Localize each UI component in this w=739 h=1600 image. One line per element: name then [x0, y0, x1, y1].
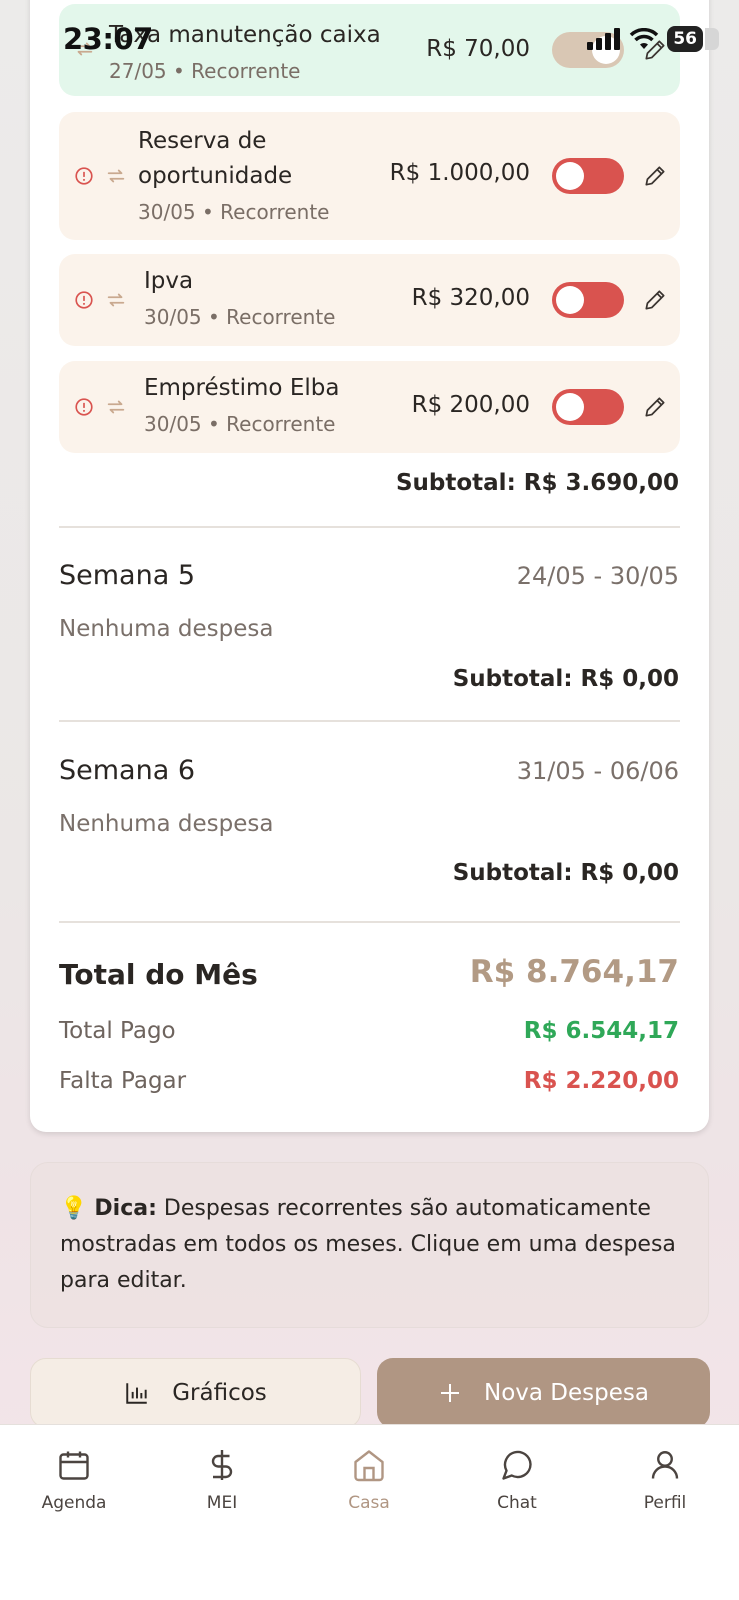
nav-label: MEI: [206, 1493, 238, 1513]
expense-amount: R$ 1.000,00: [389, 160, 530, 186]
month-total-value: R$ 8.764,17: [469, 954, 679, 990]
charts-button[interactable]: Gráficos: [30, 1358, 361, 1428]
status-icons: 56: [587, 26, 719, 52]
new-expense-button-label: Nova Despesa: [484, 1380, 649, 1406]
new-expense-button[interactable]: Nova Despesa: [377, 1358, 710, 1428]
nav-label: Perfil: [643, 1493, 687, 1513]
status-bar: 23:07 56: [0, 18, 739, 68]
dollar-icon: [211, 1450, 233, 1480]
status-time: 23:07: [63, 22, 153, 56]
bottom-nav: Agenda MEI Casa Chat Perfil: [0, 1424, 739, 1600]
remaining-label: Falta Pagar: [59, 1068, 187, 1094]
nav-label: Casa: [348, 1493, 390, 1513]
alert-circle-icon: [75, 167, 93, 185]
remaining-value: R$ 2.220,00: [523, 1068, 679, 1094]
nav-chat[interactable]: Chat: [457, 1447, 577, 1513]
week-title: Semana 5: [59, 560, 196, 591]
week-range: 31/05 - 06/06: [516, 757, 679, 785]
empty-week-text: Nenhuma despesa: [59, 811, 274, 837]
tip-card: 💡 Dica: Despesas recorrentes são automat…: [30, 1162, 709, 1328]
week-subtotal: Subtotal: R$ 0,00: [452, 860, 679, 886]
expense-amount: R$ 320,00: [411, 285, 530, 311]
signal-icon: [587, 28, 621, 50]
nav-casa[interactable]: Casa: [309, 1447, 429, 1513]
week-range: 24/05 - 30/05: [516, 562, 679, 590]
battery-indicator: 56: [667, 26, 719, 52]
week-subtotal: Subtotal: R$ 0,00: [452, 666, 679, 692]
wifi-icon: [630, 28, 659, 49]
tip-label: Dica:: [94, 1196, 157, 1221]
divider: [59, 526, 680, 528]
divider: [59, 720, 680, 722]
nav-agenda[interactable]: Agenda: [14, 1447, 134, 1513]
expense-item[interactable]: Reserva de oportunidade 30/05 • Recorren…: [59, 112, 680, 240]
expense-item[interactable]: Ipva 30/05 • Recorrente R$ 320,00: [59, 254, 680, 346]
expense-title: Ipva: [144, 268, 194, 294]
expense-title: Empréstimo Elba: [144, 375, 340, 401]
recurring-icon: [107, 169, 125, 183]
week-title: Semana 6: [59, 755, 196, 786]
chat-bubble-icon: [502, 1450, 532, 1480]
edit-pencil-icon[interactable]: [642, 394, 668, 420]
expense-subtitle: 30/05 • Recorrente: [144, 305, 336, 329]
expense-title-line2: oportunidade: [138, 163, 293, 189]
recurring-icon: [107, 400, 125, 414]
bar-chart-icon: [126, 1383, 147, 1404]
alert-circle-icon: [75, 291, 93, 309]
plus-icon: [441, 1384, 460, 1402]
recurring-icon: [107, 293, 125, 307]
expense-amount: R$ 200,00: [411, 392, 530, 418]
week-subtotal: Subtotal: R$ 3.690,00: [395, 470, 679, 496]
paid-toggle[interactable]: [552, 389, 624, 425]
nav-label: Agenda: [41, 1493, 107, 1513]
paid-toggle[interactable]: [552, 282, 624, 318]
user-icon: [651, 1451, 679, 1479]
nav-label: Chat: [497, 1493, 537, 1513]
lightbulb-icon: 💡: [60, 1196, 88, 1221]
calendar-icon: [59, 1451, 89, 1480]
alert-circle-icon: [75, 398, 93, 416]
total-paid-value: R$ 6.544,17: [523, 1018, 679, 1044]
nav-mei[interactable]: MEI: [162, 1447, 282, 1513]
edit-pencil-icon[interactable]: [642, 163, 668, 189]
month-total-label: Total do Mês: [59, 958, 258, 991]
divider: [59, 921, 680, 923]
charts-button-label: Gráficos: [172, 1380, 267, 1406]
nav-perfil[interactable]: Perfil: [605, 1447, 725, 1513]
expense-subtitle: 30/05 • Recorrente: [144, 412, 336, 436]
empty-week-text: Nenhuma despesa: [59, 616, 274, 642]
expense-title: Reserva de: [138, 128, 267, 154]
total-paid-label: Total Pago: [59, 1018, 176, 1044]
edit-pencil-icon[interactable]: [642, 287, 668, 313]
paid-toggle[interactable]: [552, 158, 624, 194]
expense-item[interactable]: Empréstimo Elba 30/05 • Recorrente R$ 20…: [59, 361, 680, 453]
expense-subtitle: 30/05 • Recorrente: [138, 200, 330, 224]
home-icon: [354, 1450, 384, 1482]
